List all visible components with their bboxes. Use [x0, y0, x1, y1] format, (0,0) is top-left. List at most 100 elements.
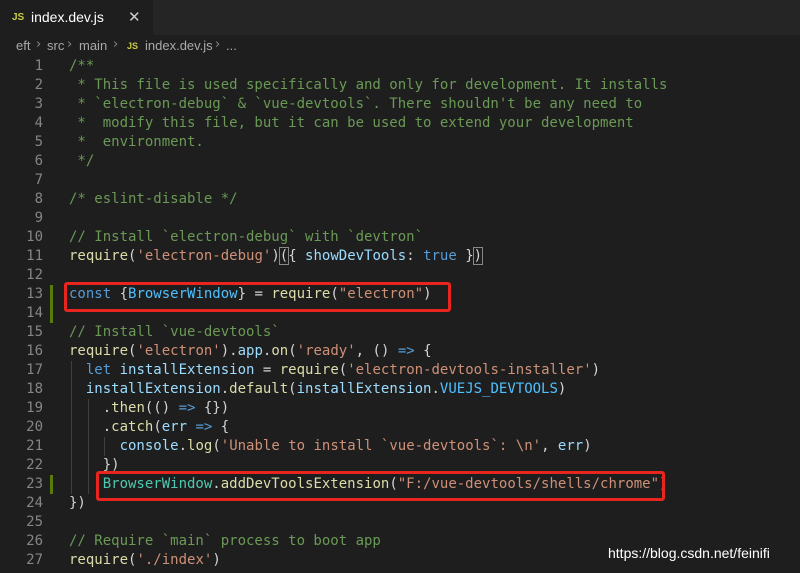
- code-token: let: [85, 362, 112, 378]
- line-number: 23: [26, 476, 43, 492]
- breadcrumb-item-eft[interactable]: eft: [16, 38, 30, 53]
- code-token: './index': [136, 552, 213, 568]
- code-token: * This file is used specifically and onl…: [69, 77, 668, 93]
- line-number: 11: [26, 248, 43, 264]
- code-token: VUEJS_DEVTOOLS: [439, 381, 558, 397]
- code-line[interactable]: // Install `electron-debug` with `devtro…: [69, 228, 423, 247]
- line-number: 5: [34, 134, 43, 150]
- code-line[interactable]: * environment.: [69, 133, 203, 152]
- chevron-right-icon: ›: [67, 37, 73, 52]
- code-token: ): [271, 248, 280, 264]
- line-number: 22: [26, 457, 43, 473]
- line-number: 4: [34, 115, 43, 131]
- code-token: err: [557, 438, 584, 454]
- highlight-box-const-browserwindow: [64, 282, 451, 312]
- code-line[interactable]: .catch(err => {: [69, 418, 230, 437]
- code-token: ): [583, 438, 592, 454]
- chevron-right-icon: ›: [36, 37, 42, 52]
- code-token: require: [279, 362, 339, 378]
- line-number: 15: [26, 324, 43, 340]
- code-token: installExtension: [296, 381, 432, 397]
- breadcrumb-item-file[interactable]: index.dev.js: [145, 38, 213, 53]
- code-token: , (): [355, 343, 398, 359]
- code-token: (: [153, 419, 162, 435]
- line-number: 17: [26, 362, 43, 378]
- line-number: 6: [34, 153, 43, 169]
- code-line[interactable]: // Require `main` process to boot app: [69, 532, 381, 551]
- line-number: 13: [26, 286, 43, 302]
- code-token: (: [212, 438, 221, 454]
- breadcrumb-item-src[interactable]: src: [47, 38, 64, 53]
- code-line[interactable]: installExtension.default(installExtensio…: [69, 380, 567, 399]
- line-number: 1: [34, 58, 43, 74]
- code-token: err: [161, 419, 188, 435]
- breadcrumb-item-more[interactable]: ...: [226, 38, 237, 53]
- code-line[interactable]: /**: [69, 57, 94, 76]
- watermark: https://blog.csdn.net/feinifi: [608, 545, 770, 561]
- code-token: .: [178, 438, 188, 454]
- code-token: ,: [541, 438, 558, 454]
- code-line[interactable]: console.log('Unable to install `vue-devt…: [69, 437, 592, 456]
- code-token: =>: [178, 400, 196, 416]
- code-token: (: [338, 362, 348, 378]
- tab-bar: JS index.dev.js ✕: [0, 0, 800, 35]
- code-token: 'electron': [136, 343, 221, 359]
- code-token: ): [557, 381, 567, 397]
- gutter-change-marker: [50, 304, 53, 323]
- code-token: {}): [195, 400, 230, 416]
- code-line[interactable]: // Install `vue-devtools`: [69, 323, 280, 342]
- gutter-change-marker: [50, 475, 53, 494]
- code-line[interactable]: let installExtension = require('electron…: [69, 361, 600, 380]
- code-token: 'Unable to install `vue-devtools`: \n': [220, 438, 542, 454]
- line-number: 19: [26, 400, 43, 416]
- code-token: then: [111, 400, 145, 416]
- code-token: }): [69, 495, 86, 511]
- code-token: */: [69, 153, 95, 169]
- line-number: 10: [26, 229, 43, 245]
- line-number: 21: [26, 438, 43, 454]
- code-token: ): [591, 362, 601, 378]
- line-number: 2: [34, 77, 43, 93]
- line-number: 8: [34, 191, 43, 207]
- code-token: // Install `electron-debug` with `devtro…: [69, 229, 424, 245]
- code-token: (: [288, 343, 297, 359]
- code-token: =>: [195, 419, 213, 435]
- code-token: :: [406, 248, 424, 264]
- line-number: 7: [34, 172, 43, 188]
- code-token: // Install `vue-devtools`: [69, 324, 280, 340]
- code-line[interactable]: .then(() => {}): [69, 399, 229, 418]
- code-line[interactable]: /* eslint-disable */: [69, 190, 238, 209]
- code-token: ).: [220, 343, 238, 359]
- code-token: installExtension: [85, 381, 221, 397]
- code-line[interactable]: require('./index'): [69, 551, 221, 570]
- code-line[interactable]: * This file is used specifically and onl…: [69, 76, 667, 95]
- code-token: require: [69, 248, 129, 264]
- code-token: console: [119, 438, 179, 454]
- line-number: 14: [26, 305, 43, 321]
- code-line[interactable]: * `electron-debug` & `vue-devtools`. The…: [69, 95, 642, 114]
- line-number: 18: [26, 381, 43, 397]
- code-token: showDevTools: [305, 248, 407, 264]
- line-number: 24: [26, 495, 43, 511]
- close-icon[interactable]: ✕: [128, 8, 141, 26]
- code-token: 'electron-debug': [136, 248, 272, 264]
- code-line[interactable]: */: [69, 152, 94, 171]
- line-number: 25: [26, 514, 43, 530]
- editor-tab-index-dev-js[interactable]: JS index.dev.js ✕: [0, 0, 153, 35]
- tab-title: index.dev.js: [31, 9, 104, 25]
- code-token: ): [212, 552, 221, 568]
- code-line[interactable]: require('electron').app.on('ready', () =…: [69, 342, 432, 361]
- code-token: // Require `main` process to boot app: [69, 533, 381, 549]
- chevron-right-icon: ›: [215, 37, 221, 52]
- code-line[interactable]: }): [69, 494, 86, 513]
- line-number: 16: [26, 343, 43, 359]
- code-token: installExtension: [119, 362, 255, 378]
- breadcrumb-item-main[interactable]: main: [79, 38, 107, 53]
- code-line[interactable]: require('electron-debug')({ showDevTools…: [69, 247, 484, 266]
- breadcrumb: eft › src › main › JS index.dev.js › ...: [0, 35, 800, 57]
- code-token: (: [278, 247, 290, 265]
- code-token: {: [414, 343, 432, 359]
- code-line[interactable]: * modify this file, but it can be used t…: [69, 114, 633, 133]
